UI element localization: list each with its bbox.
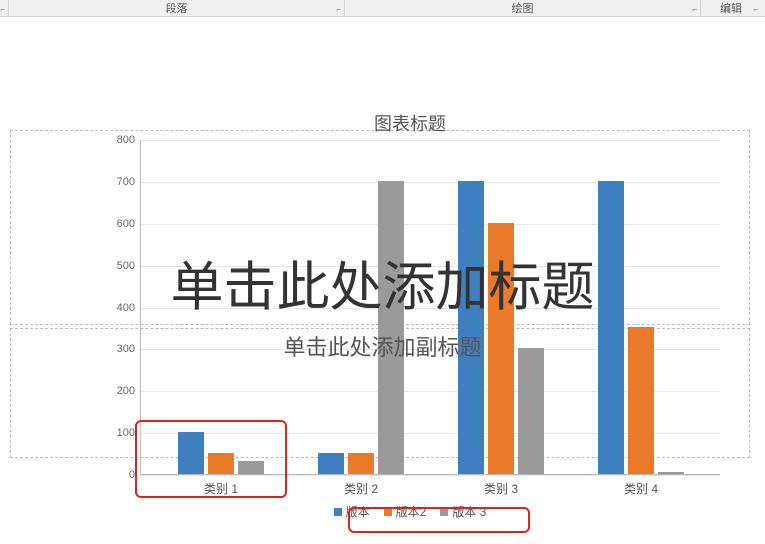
bar-版本 3[interactable] — [238, 461, 264, 474]
y-tick-label: 800 — [117, 134, 135, 146]
legend-label: 版本 — [346, 503, 370, 520]
ribbon-group-row: ⌐ 段落 ⌐ 绘图 ⌐ 编辑 ⌐ — [0, 0, 765, 17]
dialog-launcher-icon[interactable]: ⌐ — [336, 5, 341, 14]
chart-title[interactable]: 图表标题 — [80, 110, 740, 136]
ribbon-group-label: 编辑 — [720, 0, 742, 16]
bar-group[interactable]: 类别 3 — [441, 181, 561, 474]
x-tick-label: 类别 2 — [301, 480, 421, 497]
y-tick-label: 600 — [117, 218, 135, 230]
bar-版本[interactable] — [318, 453, 344, 474]
ribbon-group-绘图[interactable]: 绘图 ⌐ — [345, 0, 700, 16]
chart-legend[interactable]: 版本 版本2 版本 3 — [80, 503, 740, 520]
bar-版本2[interactable] — [208, 453, 234, 474]
legend-swatch-icon — [384, 508, 392, 516]
bar-group[interactable]: 类别 4 — [581, 181, 701, 474]
subtitle-placeholder-text[interactable]: 单击此处添加副标题 — [0, 330, 765, 362]
legend-swatch-icon — [440, 508, 448, 516]
bar-版本[interactable] — [598, 181, 624, 474]
legend-swatch-icon — [334, 508, 342, 516]
gridline — [141, 475, 720, 476]
bar-版本 3[interactable] — [658, 472, 684, 474]
legend-item[interactable]: 版本2 — [384, 503, 427, 520]
bar-版本 3[interactable] — [518, 348, 544, 474]
y-tick-label: 700 — [117, 176, 135, 188]
x-tick-label: 类别 4 — [581, 480, 701, 497]
y-tick-label: 200 — [117, 385, 135, 397]
ribbon-group-段落[interactable]: 段落 ⌐ — [9, 0, 344, 16]
dialog-launcher-icon[interactable]: ⌐ — [753, 5, 758, 14]
bar-版本 3[interactable] — [378, 181, 404, 474]
ribbon-group-编辑[interactable]: 编辑 ⌐ — [701, 0, 761, 16]
dialog-launcher-icon[interactable]: ⌐ — [0, 5, 5, 14]
bar-group[interactable]: 类别 1 — [161, 432, 281, 474]
x-tick-label: 类别 1 — [161, 480, 281, 497]
bar-版本[interactable] — [178, 432, 204, 474]
ribbon-group-label: 绘图 — [512, 0, 534, 16]
legend-label: 版本 3 — [452, 503, 486, 520]
y-tick-label: 100 — [117, 427, 135, 439]
x-tick-label: 类别 3 — [441, 480, 561, 497]
y-tick-label: 0 — [129, 469, 135, 481]
bar-版本[interactable] — [458, 181, 484, 474]
ribbon-group-label: 段落 — [166, 0, 188, 16]
dialog-launcher-icon[interactable]: ⌐ — [692, 5, 697, 14]
bar-group[interactable]: 类别 2 — [301, 181, 421, 474]
legend-item[interactable]: 版本 3 — [440, 503, 486, 520]
legend-label: 版本2 — [396, 503, 427, 520]
ribbon-group-blank[interactable]: ⌐ — [0, 0, 8, 16]
bar-版本2[interactable] — [348, 453, 374, 474]
legend-item[interactable]: 版本 — [334, 503, 370, 520]
gridline — [141, 140, 720, 141]
title-placeholder-text[interactable]: 单击此处添加标题 — [0, 245, 765, 321]
